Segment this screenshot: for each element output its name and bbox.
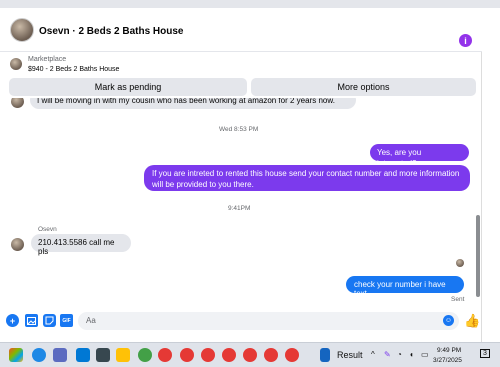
chat-header: Osevn · 2 Beds 2 Baths House i — [0, 8, 482, 52]
file-explorer-icon[interactable] — [116, 348, 130, 362]
pen-icon[interactable]: ✎ — [384, 350, 391, 359]
chrome-icon[interactable] — [201, 348, 215, 362]
message-bubble-outgoing: If you are intreted to rented this house… — [144, 165, 470, 191]
app-icon[interactable] — [96, 348, 110, 362]
thumbs-up-icon[interactable]: 👍 — [464, 313, 480, 329]
message-bubble-incoming: I will be moving in with my cousin who h… — [30, 98, 356, 109]
message-list: I will be moving in with my cousin who h… — [0, 98, 478, 308]
chrome-icon[interactable] — [180, 348, 194, 362]
app-grid-icon[interactable] — [53, 348, 67, 362]
chrome-icon[interactable] — [158, 348, 172, 362]
timestamp: 9:41PM — [228, 205, 251, 212]
copilot-icon[interactable] — [9, 348, 23, 362]
message-status: Sent — [451, 296, 465, 303]
message-bubble-outgoing: Yes, are you interested? — [370, 144, 469, 168]
mark-as-pending-button[interactable]: Mark as pending — [9, 78, 247, 96]
chevron-up-icon[interactable]: ^ — [371, 350, 375, 359]
plus-icon[interactable]: + — [6, 314, 19, 327]
chrome-icon[interactable] — [222, 348, 236, 362]
clock-date[interactable]: 3/27/2025 — [433, 357, 462, 364]
listing-thumbnail[interactable] — [10, 58, 22, 70]
message-bubble-incoming: 210.413.5586 call me pls — [31, 234, 131, 256]
emoji-icon[interactable]: ☺ — [443, 315, 454, 326]
chrome-icon[interactable] — [285, 348, 299, 362]
message-bubble-outgoing: check your number i have text — [346, 276, 464, 298]
sticker-icon[interactable] — [43, 314, 56, 327]
gif-icon[interactable]: GIF — [60, 314, 73, 327]
scrollbar[interactable] — [476, 215, 480, 297]
message-composer: + GIF Aa ☺ 👍 — [0, 310, 482, 332]
chrome-icon[interactable] — [264, 348, 278, 362]
listing-title[interactable]: $940 - 2 Beds 2 Baths House — [28, 66, 119, 73]
edge-icon[interactable] — [32, 348, 46, 362]
wifi-icon[interactable]: ◔ — [397, 350, 402, 359]
marketplace-label: Marketplace — [28, 56, 67, 63]
more-options-button[interactable]: More options — [251, 78, 476, 96]
battery-icon[interactable]: ▭ — [421, 350, 429, 359]
widget-icon[interactable] — [320, 348, 330, 362]
search-result-label[interactable]: Result — [337, 350, 363, 360]
avatar[interactable] — [10, 17, 34, 42]
outlook-icon[interactable] — [76, 348, 90, 362]
info-icon[interactable]: i — [459, 34, 472, 47]
clock-time[interactable]: 9:49 PM — [437, 347, 461, 354]
browser-top-strip — [0, 0, 500, 8]
seen-avatar — [456, 259, 464, 267]
notification-badge[interactable]: 3 — [480, 349, 490, 358]
sender-avatar — [11, 98, 24, 108]
timestamp: Wed 8:53 PM — [219, 126, 259, 133]
chrome-icon[interactable] — [138, 348, 152, 362]
windows-taskbar: Result ^ ✎ ◔ ◖ ▭ 9:49 PM 3/27/2025 3 — [0, 342, 500, 367]
chrome-icon[interactable] — [243, 348, 257, 362]
volume-icon[interactable]: ◖ — [409, 350, 414, 359]
chat-title[interactable]: Osevn · 2 Beds 2 Baths House — [39, 26, 184, 37]
sender-avatar — [11, 238, 24, 251]
photo-icon[interactable] — [25, 314, 38, 327]
sender-name: Osevn — [38, 226, 57, 233]
message-input[interactable]: Aa — [78, 312, 459, 330]
